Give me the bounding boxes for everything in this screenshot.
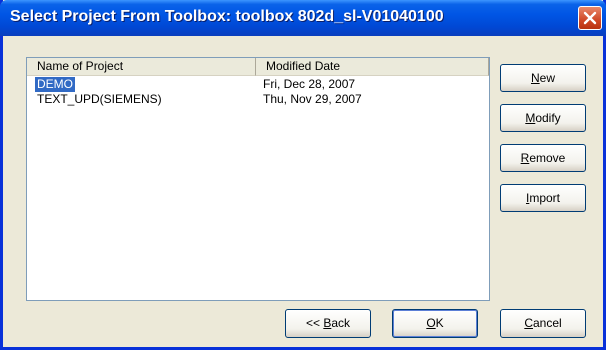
list-header: Name of Project Modified Date (27, 58, 489, 76)
dialog-title: Select Project From Toolbox: toolbox 802… (10, 8, 444, 25)
import-button[interactable]: Import (500, 184, 586, 212)
close-icon (583, 11, 597, 25)
mnemonic: O (426, 316, 436, 330)
mnemonic: B (323, 316, 332, 330)
mnemonic: M (525, 111, 536, 125)
button-label: mport (529, 191, 561, 205)
list-item[interactable]: TEXT_UPD(SIEMENS) Thu, Nov 29, 2007 (27, 92, 489, 107)
remove-button[interactable]: Remove (500, 144, 586, 172)
ok-button[interactable]: OK (392, 309, 478, 338)
button-label: K (435, 316, 444, 330)
project-list[interactable]: Name of Project Modified Date DEMO Fri, … (26, 57, 490, 301)
mnemonic: N (530, 71, 540, 85)
button-label: odify (535, 111, 561, 125)
new-button[interactable]: New (500, 64, 586, 92)
list-item[interactable]: DEMO Fri, Dec 28, 2007 (27, 77, 489, 92)
column-header-modified-date[interactable]: Modified Date (256, 58, 489, 76)
button-label: emove (529, 151, 566, 165)
select-project-dialog: Select Project From Toolbox: toolbox 802… (0, 0, 606, 350)
project-date: Thu, Nov 29, 2007 (263, 92, 362, 106)
project-name: TEXT_UPD(SIEMENS) (37, 92, 162, 106)
mnemonic: C (524, 316, 533, 330)
close-button[interactable] (578, 6, 602, 30)
back-button[interactable]: << Back (285, 309, 371, 338)
title-bar[interactable]: Select Project From Toolbox: toolbox 802… (0, 0, 606, 36)
button-label: ancel (532, 316, 562, 330)
modify-button[interactable]: Modify (500, 104, 586, 132)
button-prefix: << (305, 316, 324, 330)
column-header-name[interactable]: Name of Project (27, 58, 256, 76)
project-name: DEMO (35, 77, 75, 92)
cancel-button[interactable]: Cancel (500, 309, 586, 338)
mnemonic: R (520, 151, 530, 165)
project-date: Fri, Dec 28, 2007 (263, 77, 356, 91)
button-label: ew (539, 71, 555, 85)
button-label: ack (331, 316, 351, 330)
